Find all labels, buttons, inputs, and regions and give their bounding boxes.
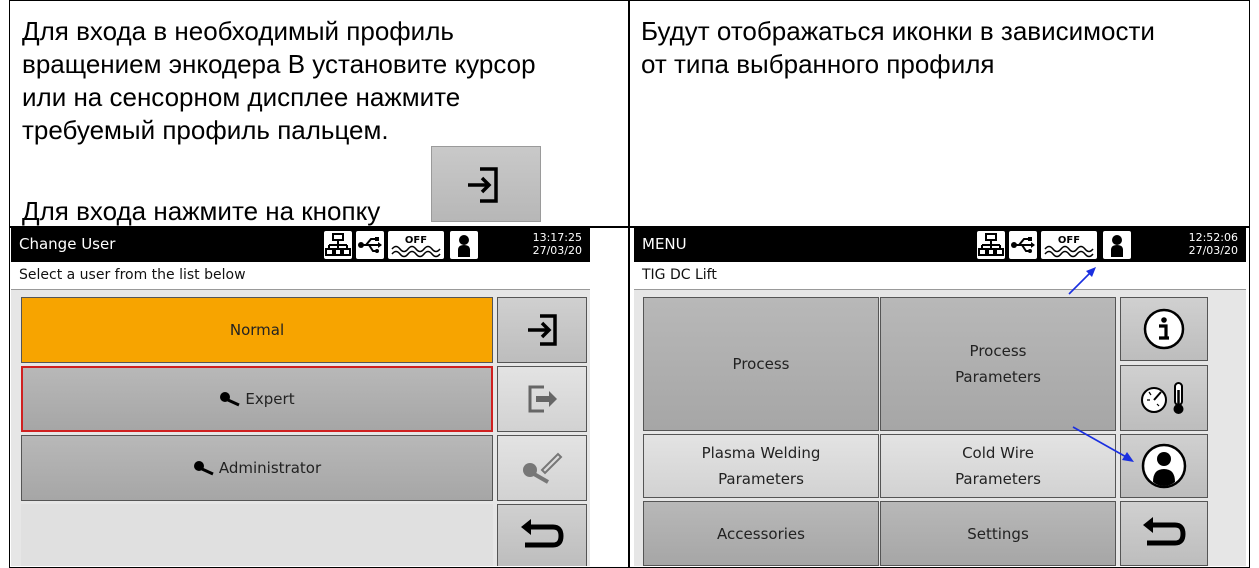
usb-icon <box>356 231 384 259</box>
process-parameters-button[interactable]: Process Parameters <box>880 297 1116 431</box>
user-profile-icon <box>1103 231 1131 259</box>
empty-list-slot <box>21 504 493 566</box>
text-line: требуемый профиль пальцем. <box>22 115 389 145</box>
clock-time: 12:52:06 <box>1188 231 1238 244</box>
network-icon <box>977 231 1005 259</box>
menu-screen: MENU OFF 12:52:06 27/03/20 TIG DC Lift P… <box>634 228 1246 566</box>
accessories-button[interactable]: Accessories <box>643 501 879 566</box>
info-button[interactable] <box>1120 297 1208 361</box>
screen-title: Change User <box>19 235 116 253</box>
svg-text:OFF: OFF <box>405 235 427 246</box>
plasma-welding-parameters-button[interactable]: Plasma Welding Parameters <box>643 434 879 498</box>
key-icon <box>193 461 214 476</box>
user-label: Normal <box>229 321 285 339</box>
menu-label: Process <box>732 355 790 373</box>
user-profile-icon <box>450 231 478 259</box>
user-profile-button[interactable] <box>1120 434 1208 498</box>
exit-button[interactable] <box>497 366 587 432</box>
enter-button-sample <box>431 146 541 222</box>
back-button[interactable] <box>1120 501 1208 566</box>
gauge-thermometer-icon <box>1141 382 1184 414</box>
clock-time: 13:17:25 <box>532 231 582 244</box>
screen-subtitle: TIG DC Lift <box>634 262 1246 290</box>
user-expert[interactable]: Expert <box>21 366 493 432</box>
gauge-thermometer-button[interactable] <box>1120 365 1208 431</box>
settings-button[interactable]: Settings <box>880 501 1116 566</box>
menu-label: Parameters <box>955 368 1041 386</box>
exit-icon <box>528 385 557 413</box>
menu-label: Cold Wire <box>962 444 1034 462</box>
menu-label: Parameters <box>955 470 1041 488</box>
key-edit-icon <box>523 452 563 484</box>
menu-label: Accessories <box>717 524 805 543</box>
menu-label: Plasma Welding <box>701 444 821 462</box>
enter-icon <box>528 314 557 346</box>
water-cooling-off-icon: OFF <box>388 231 444 259</box>
clock: 13:17:25 27/03/20 <box>533 231 582 257</box>
screen-title: MENU <box>642 235 687 253</box>
text-line: от типа выбранного профиля <box>641 49 995 79</box>
water-cooling-off-icon: OFF <box>1041 231 1097 259</box>
text-line: или на сенсорном дисплее нажмите <box>22 82 461 112</box>
menu-label: Settings <box>967 524 1029 543</box>
user-normal[interactable]: Normal <box>21 297 493 363</box>
info-icon <box>1143 308 1185 350</box>
key-edit-button[interactable] <box>497 435 587 501</box>
text-line: вращением энкодера В установите курсор <box>22 49 536 79</box>
process-button[interactable]: Process <box>643 297 879 431</box>
status-bar: MENU OFF 12:52:06 27/03/20 <box>634 228 1246 262</box>
menu-label: Process <box>969 342 1027 360</box>
back-button[interactable] <box>497 504 587 566</box>
menu-label: Parameters <box>718 470 804 488</box>
svg-text:OFF: OFF <box>1058 235 1080 246</box>
network-icon <box>324 231 352 259</box>
back-icon <box>521 519 564 548</box>
user-label: Administrator <box>218 459 322 477</box>
status-bar: Change User OFF 13:17:25 27/03/20 <box>11 228 590 262</box>
clock-date: 27/03/20 <box>1188 244 1238 257</box>
user-profile-icon <box>1141 443 1187 489</box>
table-divider-vertical <box>628 0 630 568</box>
clock: 12:52:06 27/03/20 <box>1189 231 1238 257</box>
text-line: Будут отображаться иконки в зависимости <box>641 16 1155 46</box>
usb-icon <box>1009 231 1037 259</box>
cold-wire-parameters-button[interactable]: Cold Wire Parameters <box>880 434 1116 498</box>
key-icon <box>220 392 241 407</box>
profile-icons-text: Будут отображаться иконки в зависимости … <box>641 15 1155 81</box>
clock-date: 27/03/20 <box>532 244 582 257</box>
user-administrator[interactable]: Administrator <box>21 435 493 501</box>
enter-icon <box>468 167 498 203</box>
user-label: Expert <box>245 390 295 408</box>
enter-button[interactable] <box>497 297 587 363</box>
change-user-screen: Change User OFF 13:17:25 27/03/20 Select… <box>11 228 590 566</box>
back-icon <box>1143 516 1186 545</box>
screen-subtitle: Select a user from the list below <box>11 262 590 290</box>
text-line: Для входа в необходимый профиль <box>22 16 454 46</box>
